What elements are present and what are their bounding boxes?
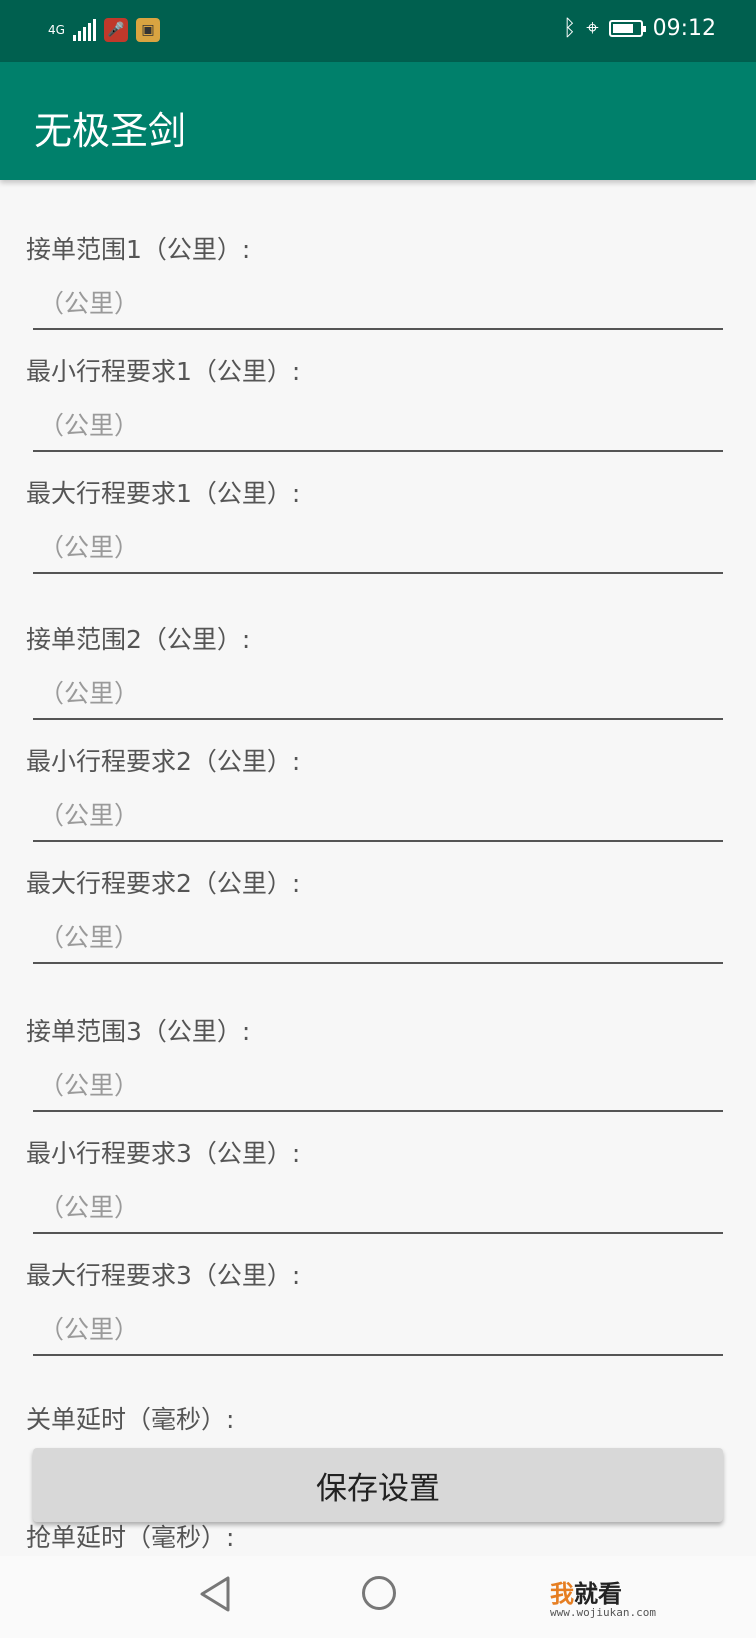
navigation-bar: 我就看 www.wojiukan.com: [0, 1556, 756, 1638]
distance-input-field: [33, 1062, 729, 1112]
distance-input[interactable]: [33, 402, 729, 448]
field-label: 接单范围3（公里）:: [26, 1017, 251, 1046]
watermark-logo: 我就看: [550, 1580, 622, 1608]
app-title: 无极圣剑: [34, 109, 187, 153]
distance-input[interactable]: [33, 670, 729, 716]
field-label: 最小行程要求1（公里）:: [26, 357, 301, 386]
distance-input-field: [33, 524, 729, 574]
status-left: 4G 🎤 ▣: [48, 18, 160, 42]
save-settings-button[interactable]: 保存设置: [33, 1448, 723, 1522]
distance-input-field: [33, 914, 729, 964]
battery-icon: [608, 20, 646, 37]
watermark-url: www.wojiukan.com: [550, 1606, 656, 1619]
distance-input[interactable]: [33, 914, 729, 960]
distance-input[interactable]: [33, 1062, 729, 1108]
bluetooth-icon: ᛒ: [563, 16, 577, 41]
microphone-app-icon: 🎤: [103, 18, 128, 42]
distance-input-field: [33, 280, 729, 330]
app-notification-icon: ▣: [135, 18, 160, 42]
distance-input[interactable]: [33, 1306, 729, 1352]
field-label: 最小行程要求2（公里）:: [26, 747, 301, 776]
network-type: 4G: [48, 23, 65, 37]
field-label: 最大行程要求3（公里）:: [26, 1261, 301, 1290]
distance-input[interactable]: [33, 280, 729, 326]
app-bar: 无极圣剑: [0, 62, 756, 180]
field-label: 接单范围2（公里）:: [26, 625, 251, 654]
distance-input-field: [33, 670, 729, 720]
field-label: 接单范围1（公里）:: [26, 235, 251, 264]
distance-input-field: [33, 792, 729, 842]
distance-input-field: [33, 1184, 729, 1234]
back-icon[interactable]: [198, 1574, 232, 1614]
field-label: 最小行程要求3（公里）:: [26, 1139, 301, 1168]
grab-delay-label: 抢单延时（毫秒）:: [26, 1523, 235, 1552]
distance-input[interactable]: [33, 792, 729, 838]
close-delay-label: 关单延时（毫秒）:: [26, 1405, 235, 1434]
distance-input-field: [33, 402, 729, 452]
distance-input-field: [33, 1306, 729, 1356]
clock: 09:12: [652, 16, 716, 41]
location-icon: ⌖: [586, 16, 599, 41]
status-right: ᛒ ⌖ 09:12: [563, 16, 716, 41]
distance-input[interactable]: [33, 1184, 729, 1230]
distance-input[interactable]: [33, 524, 729, 570]
field-label: 最大行程要求2（公里）:: [26, 869, 301, 898]
status-bar: 4G 🎤 ▣ ᛒ ⌖ 09:12: [0, 0, 756, 62]
home-icon[interactable]: [362, 1576, 396, 1610]
signal-icon: [72, 19, 96, 41]
field-label: 最大行程要求1（公里）:: [26, 479, 301, 508]
